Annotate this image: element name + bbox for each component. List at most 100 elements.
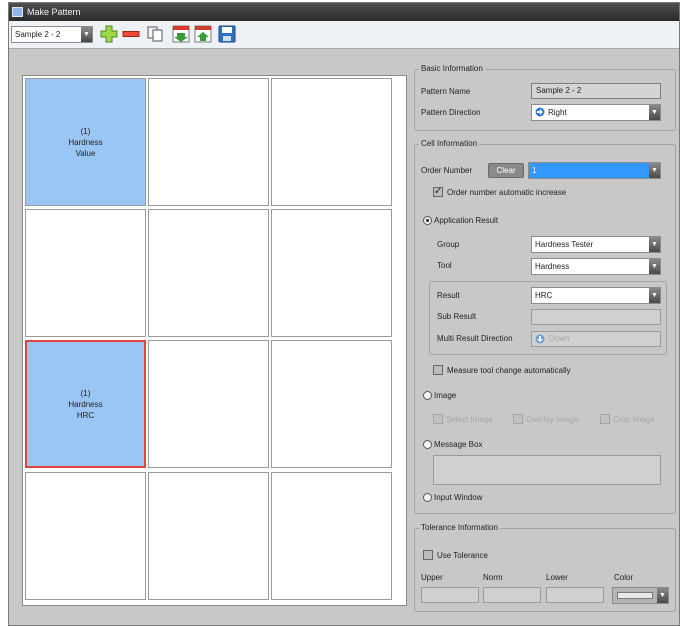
chevron-down-icon: ▼ (649, 105, 660, 120)
overlay-image-checkbox[interactable] (513, 414, 523, 424)
sub-result-select[interactable] (531, 309, 661, 325)
clear-order-button[interactable]: Clear (488, 163, 524, 178)
basic-information-group: Basic Information (414, 64, 676, 131)
chevron-down-icon: ▼ (649, 259, 660, 274)
color-label: Color (614, 573, 634, 582)
auto-increase-label: Order number automatic increase (447, 188, 567, 197)
add-icon (100, 25, 118, 43)
message-box-label: Message Box (434, 440, 483, 449)
remove-icon (122, 31, 140, 37)
application-result-radio[interactable] (423, 216, 432, 225)
pattern-cell-1-3[interactable] (271, 78, 392, 206)
pattern-cell-1-1[interactable]: (1) Hardness Value (25, 78, 146, 206)
copy-icon (147, 26, 163, 42)
pattern-cell-3-3[interactable] (271, 340, 392, 468)
window-title: Make Pattern (27, 7, 81, 17)
crop-image-label: Crop Image (613, 415, 655, 424)
pattern-select-value: Sample 2 - 2 (15, 30, 61, 39)
result-value: HRC (535, 291, 553, 300)
pattern-select[interactable]: Sample 2 - 2 ▼ (11, 26, 93, 43)
remove-pattern-button[interactable] (122, 25, 140, 43)
input-window-radio[interactable] (423, 493, 432, 502)
norm-label: Norm (483, 573, 503, 582)
color-swatch (617, 592, 653, 599)
export-pattern-button[interactable] (194, 25, 212, 43)
save-pattern-button[interactable] (218, 25, 236, 43)
select-image-checkbox[interactable] (433, 414, 443, 424)
pattern-direction-select[interactable]: Right ▼ (531, 104, 661, 121)
order-number-label: Order Number (421, 166, 473, 175)
upper-label: Upper (421, 573, 443, 582)
pattern-cell-4-2[interactable] (148, 472, 269, 600)
use-tolerance-checkbox[interactable] (423, 550, 433, 560)
overlay-image-label: Overlay Image (526, 415, 579, 424)
message-box-field[interactable] (433, 455, 661, 485)
tool-select[interactable]: Hardness ▼ (531, 258, 661, 275)
result-select[interactable]: HRC ▼ (531, 287, 661, 304)
message-box-radio[interactable] (423, 440, 432, 449)
chevron-down-icon: ▼ (649, 288, 660, 303)
chevron-down-icon: ▼ (657, 588, 668, 603)
group-select[interactable]: Hardness Tester ▼ (531, 236, 661, 253)
pattern-cell-4-1[interactable] (25, 472, 146, 600)
pattern-name-value: Sample 2 - 2 (536, 86, 582, 95)
image-radio[interactable] (423, 391, 432, 400)
copy-pattern-button[interactable] (146, 25, 164, 43)
tool-value: Hardness (535, 262, 570, 271)
lower-field[interactable] (546, 587, 604, 603)
import-icon (172, 25, 190, 43)
clear-label: Clear (496, 166, 516, 175)
application-result-label: Application Result (434, 216, 499, 225)
group-value: Hardness Tester (535, 240, 594, 249)
basic-information-legend: Basic Information (419, 64, 485, 73)
app-icon (12, 7, 23, 17)
save-icon (218, 25, 236, 43)
upper-field[interactable] (421, 587, 479, 603)
order-number-select[interactable]: 1 ▼ (528, 162, 661, 179)
pattern-cell-3-1[interactable]: (1) Hardness HRC (25, 340, 146, 468)
pattern-cell-2-1[interactable] (25, 209, 146, 337)
pattern-cell-1-2[interactable] (148, 78, 269, 206)
pattern-cell-2-3[interactable] (271, 209, 392, 337)
image-label: Image (434, 391, 457, 400)
group-label: Group (437, 240, 460, 249)
result-label: Result (437, 291, 460, 300)
pattern-name-label: Pattern Name (421, 87, 471, 96)
pattern-cell-4-3[interactable] (271, 472, 392, 600)
sub-result-label: Sub Result (437, 312, 477, 321)
pattern-name-field[interactable]: Sample 2 - 2 (531, 83, 661, 99)
use-tolerance-label: Use Tolerance (437, 551, 488, 560)
lower-label: Lower (546, 573, 568, 582)
pattern-direction-value: Right (548, 108, 567, 117)
cell-information-legend: Cell Information (419, 139, 480, 148)
tolerance-information-legend: Tolerance Information (419, 523, 500, 532)
arrow-down-icon (535, 334, 545, 344)
add-pattern-button[interactable] (100, 25, 118, 43)
arrow-right-icon (535, 107, 545, 117)
import-pattern-button[interactable] (172, 25, 190, 43)
measure-tool-change-checkbox[interactable] (433, 365, 443, 375)
chevron-down-icon: ▼ (81, 27, 92, 42)
chevron-down-icon: ▼ (649, 237, 660, 252)
measure-tool-change-label: Measure tool change automatically (447, 366, 571, 375)
order-number-value: 1 (532, 166, 537, 175)
multi-result-direction-label: Multi Result Direction (437, 334, 513, 343)
input-window-label: Input Window (434, 493, 483, 502)
chevron-down-icon: ▼ (649, 163, 660, 178)
export-icon (194, 25, 212, 43)
title-bar: Make Pattern (9, 3, 679, 21)
pattern-cell-2-2[interactable] (148, 209, 269, 337)
pattern-direction-label: Pattern Direction (421, 108, 481, 117)
make-pattern-window: Make Pattern Sample 2 - 2 ▼ (1) Hardness… (8, 2, 680, 626)
select-image-label: Select Image (446, 415, 493, 424)
toolbar: Sample 2 - 2 ▼ (9, 21, 679, 49)
norm-field[interactable] (483, 587, 541, 603)
tool-label: Tool (437, 261, 452, 270)
crop-image-checkbox[interactable] (600, 414, 610, 424)
pattern-grid: (1) Hardness Value (1) Hardness HRC (22, 75, 407, 606)
pattern-cell-3-2[interactable] (148, 340, 269, 468)
multi-result-direction-select[interactable]: Down (531, 331, 661, 347)
multi-result-direction-value: Down (549, 334, 570, 343)
color-select[interactable]: ▼ (612, 587, 669, 604)
auto-increase-checkbox[interactable] (433, 186, 443, 197)
